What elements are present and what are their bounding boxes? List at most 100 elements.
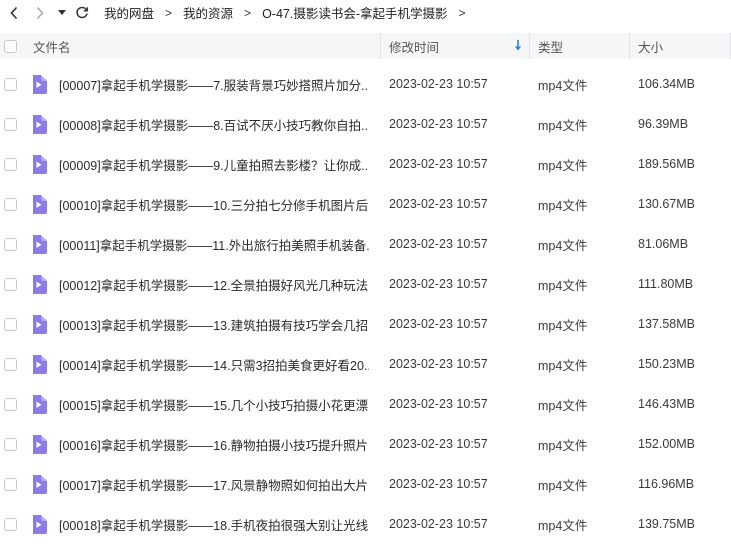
file-type: mp4文件 <box>538 238 588 253</box>
table-row[interactable]: [00012]拿起手机学摄影——12.全景拍摄好风光几种玩法... 2023-0… <box>0 264 731 304</box>
row-checkbox[interactable] <box>4 437 17 451</box>
video-file-icon <box>33 314 47 334</box>
file-name[interactable]: [00009]拿起手机学摄影——9.儿童拍照去影楼？让你成... <box>59 155 369 174</box>
file-size-cell: 130.67MB <box>630 184 731 224</box>
file-type-cell: mp4文件 <box>530 344 630 384</box>
video-file-icon <box>33 394 47 414</box>
column-header-size-label: 大小 <box>638 40 664 55</box>
file-size: 152.00MB <box>638 437 695 451</box>
file-size-cell: 81.06MB <box>630 224 731 264</box>
table-row[interactable]: [00013]拿起手机学摄影——13.建筑拍摄有技巧学会几招... 2023-0… <box>0 304 731 344</box>
table-row[interactable]: [00008]拿起手机学摄影——8.百试不厌小技巧教你自拍... 2023-02… <box>0 104 731 144</box>
file-name-cell[interactable]: [00018]拿起手机学摄影——18.手机夜拍很强大别让光线... <box>33 504 381 544</box>
row-checkbox[interactable] <box>4 117 17 131</box>
file-name-cell[interactable]: [00011]拿起手机学摄影——11.外出旅行拍美照手机装备... <box>33 224 381 264</box>
modified-time: 2023-02-23 10:57 <box>389 77 488 91</box>
file-size: 137.58MB <box>638 317 695 331</box>
file-name[interactable]: [00007]拿起手机学摄影——7.服装背景巧妙搭照片加分... <box>59 75 369 94</box>
row-select-cell <box>0 384 33 424</box>
table-row[interactable]: [00017]拿起手机学摄影——17.风景静物照如何拍出大片... 2023-0… <box>0 464 731 504</box>
file-name[interactable]: [00015]拿起手机学摄影——15.几个小技巧拍摄小花更漂... <box>59 395 369 414</box>
modified-time: 2023-02-23 10:57 <box>389 237 488 251</box>
table-row[interactable]: [00016]拿起手机学摄影——16.静物拍摄小技巧提升照片... 2023-0… <box>0 424 731 464</box>
breadcrumb-my-drive[interactable]: 我的网盘 <box>104 3 154 22</box>
modified-time-cell: 2023-02-23 10:57 <box>381 104 530 144</box>
file-name-cell[interactable]: [00009]拿起手机学摄影——9.儿童拍照去影楼？让你成... <box>33 144 381 184</box>
row-select-cell <box>0 264 33 304</box>
file-type-cell: mp4文件 <box>530 144 630 184</box>
table-row[interactable]: [00007]拿起手机学摄影——7.服装背景巧妙搭照片加分... 2023-02… <box>0 64 731 104</box>
file-name-cell[interactable]: [00014]拿起手机学摄影——14.只需3招拍美食更好看20... <box>33 344 381 384</box>
modified-time-cell: 2023-02-23 10:57 <box>381 224 530 264</box>
breadcrumb: 我的网盘 > 我的资源 > O-47.摄影读书会-拿起手机学摄影 > <box>104 3 477 22</box>
file-size: 189.56MB <box>638 157 695 171</box>
file-size-cell: 106.34MB <box>630 64 731 104</box>
video-file-icon <box>33 354 47 374</box>
file-name[interactable]: [00010]拿起手机学摄影——10.三分拍七分修手机图片后... <box>59 195 369 214</box>
chevron-right-icon <box>36 6 44 19</box>
row-checkbox[interactable] <box>4 197 17 211</box>
file-name-cell[interactable]: [00017]拿起手机学摄影——17.风景静物照如何拍出大片... <box>33 464 381 504</box>
breadcrumb-current-folder[interactable]: O-47.摄影读书会-拿起手机学摄影 <box>262 3 447 22</box>
row-checkbox[interactable] <box>4 317 17 331</box>
history-dropdown-button[interactable] <box>56 3 68 23</box>
row-checkbox[interactable] <box>4 397 17 411</box>
caret-down-icon <box>58 9 66 15</box>
file-name[interactable]: [00008]拿起手机学摄影——8.百试不厌小技巧教你自拍... <box>59 115 369 134</box>
column-header-type-label: 类型 <box>538 40 564 55</box>
column-header-name[interactable]: 文件名 <box>33 33 381 59</box>
file-size: 146.43MB <box>638 397 695 411</box>
chevron-left-icon <box>10 6 18 19</box>
file-name[interactable]: [00011]拿起手机学摄影——11.外出旅行拍美照手机装备... <box>59 235 369 254</box>
file-size-cell: 150.23MB <box>630 344 731 384</box>
row-select-cell <box>0 464 33 504</box>
back-button[interactable] <box>4 3 24 23</box>
file-name-cell[interactable]: [00007]拿起手机学摄影——7.服装背景巧妙搭照片加分... <box>33 64 381 104</box>
row-checkbox[interactable] <box>4 77 17 91</box>
modified-time: 2023-02-23 10:57 <box>389 437 488 451</box>
row-checkbox[interactable] <box>4 237 17 251</box>
table-row[interactable]: [00011]拿起手机学摄影——11.外出旅行拍美照手机装备... 2023-0… <box>0 224 731 264</box>
table-row[interactable]: [00015]拿起手机学摄影——15.几个小技巧拍摄小花更漂... 2023-0… <box>0 384 731 424</box>
file-table-header: 文件名 修改时间 类型 大小 <box>0 33 731 59</box>
row-checkbox[interactable] <box>4 357 17 371</box>
file-name-cell[interactable]: [00012]拿起手机学摄影——12.全景拍摄好风光几种玩法... <box>33 264 381 304</box>
row-select-cell <box>0 104 33 144</box>
modified-time-cell: 2023-02-23 10:57 <box>381 304 530 344</box>
modified-time-cell: 2023-02-23 10:57 <box>381 384 530 424</box>
file-name[interactable]: [00012]拿起手机学摄影——12.全景拍摄好风光几种玩法... <box>59 275 369 294</box>
table-row[interactable]: [00018]拿起手机学摄影——18.手机夜拍很强大别让光线... 2023-0… <box>0 504 731 544</box>
file-size-cell: 137.58MB <box>630 304 731 344</box>
file-name[interactable]: [00013]拿起手机学摄影——13.建筑拍摄有技巧学会几招... <box>59 315 369 334</box>
video-file-icon <box>33 194 47 214</box>
file-name-cell[interactable]: [00010]拿起手机学摄影——10.三分拍七分修手机图片后... <box>33 184 381 224</box>
row-checkbox[interactable] <box>4 517 17 531</box>
forward-button[interactable] <box>30 3 50 23</box>
row-select-cell <box>0 144 33 184</box>
breadcrumb-my-resources[interactable]: 我的资源 <box>183 3 233 22</box>
column-header-name-label: 文件名 <box>33 40 71 55</box>
file-name[interactable]: [00017]拿起手机学摄影——17.风景静物照如何拍出大片... <box>59 475 369 494</box>
column-header-size[interactable]: 大小 <box>630 33 731 59</box>
file-name-cell[interactable]: [00015]拿起手机学摄影——15.几个小技巧拍摄小花更漂... <box>33 384 381 424</box>
column-header-type[interactable]: 类型 <box>530 33 630 59</box>
row-checkbox[interactable] <box>4 157 17 171</box>
file-name-cell[interactable]: [00016]拿起手机学摄影——16.静物拍摄小技巧提升照片... <box>33 424 381 464</box>
modified-time: 2023-02-23 10:57 <box>389 397 488 411</box>
select-all-checkbox[interactable] <box>4 39 17 53</box>
file-name[interactable]: [00016]拿起手机学摄影——16.静物拍摄小技巧提升照片... <box>59 435 369 454</box>
refresh-button[interactable] <box>72 3 92 23</box>
file-name-cell[interactable]: [00008]拿起手机学摄影——8.百试不厌小技巧教你自拍... <box>33 104 381 144</box>
file-type-cell: mp4文件 <box>530 304 630 344</box>
table-row[interactable]: [00010]拿起手机学摄影——10.三分拍七分修手机图片后... 2023-0… <box>0 184 731 224</box>
file-type: mp4文件 <box>538 78 588 93</box>
file-name[interactable]: [00018]拿起手机学摄影——18.手机夜拍很强大别让光线... <box>59 515 369 534</box>
table-row[interactable]: [00014]拿起手机学摄影——14.只需3招拍美食更好看20... 2023-… <box>0 344 731 384</box>
table-row[interactable]: [00009]拿起手机学摄影——9.儿童拍照去影楼？让你成... 2023-02… <box>0 144 731 184</box>
file-name-cell[interactable]: [00013]拿起手机学摄影——13.建筑拍摄有技巧学会几招... <box>33 304 381 344</box>
row-checkbox[interactable] <box>4 277 17 291</box>
row-checkbox[interactable] <box>4 477 17 491</box>
column-header-time[interactable]: 修改时间 <box>381 33 530 59</box>
file-name[interactable]: [00014]拿起手机学摄影——14.只需3招拍美食更好看20... <box>59 355 369 374</box>
navigation-bar: 我的网盘 > 我的资源 > O-47.摄影读书会-拿起手机学摄影 > <box>0 0 731 25</box>
